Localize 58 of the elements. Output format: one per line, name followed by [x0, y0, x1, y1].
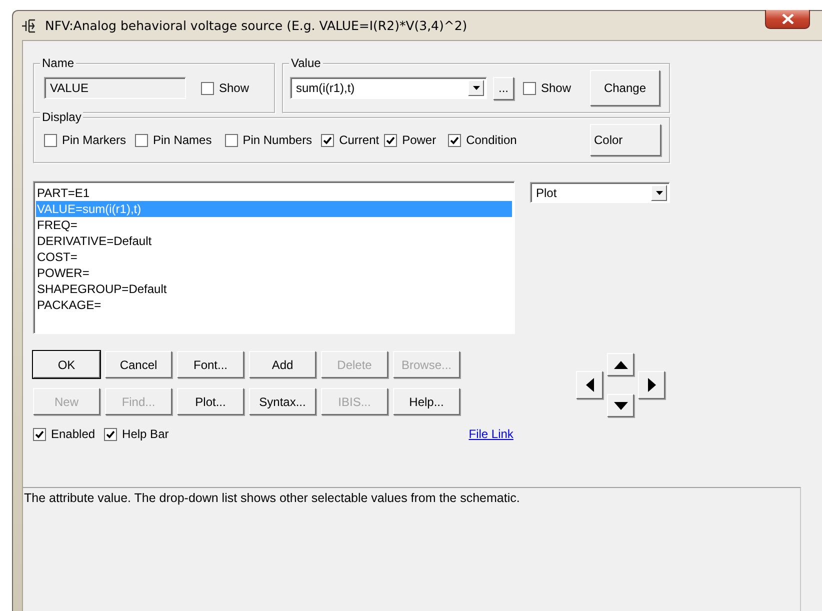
right-arrow-button[interactable]: [638, 371, 665, 399]
dialog-button[interactable]: Cancel: [105, 351, 172, 378]
dropdown-button[interactable]: [468, 80, 484, 96]
triangle-left-icon: [586, 378, 594, 392]
checkbox[interactable]: Current: [321, 133, 380, 147]
dialog-button[interactable]: OK: [33, 351, 100, 378]
group-label: Value: [289, 56, 323, 70]
checkmark-icon: [323, 136, 332, 144]
down-arrow-button[interactable]: [607, 394, 634, 417]
triangle-up-icon: [614, 360, 628, 368]
checkmark-icon: [35, 430, 44, 438]
color-button[interactable]: Color: [590, 124, 661, 156]
help-text: The attribute value. The drop-down list shows other selectable values from the schematic.: [23, 487, 801, 611]
list-item[interactable]: SHAPEGROUP=Default: [36, 281, 512, 297]
combo-value: Plot: [536, 186, 557, 200]
attribute-list[interactable]: PART=E1 VALUE=sum(i(r1),t) FREQ= DERIVATIVE=Default COST= POWER= SHAPEGROUP=Default PACKAGE=: [33, 181, 515, 334]
checkbox[interactable]: Power: [384, 133, 436, 147]
dialog-button[interactable]: Help...: [393, 388, 460, 415]
dropdown-button[interactable]: [651, 184, 667, 200]
group-label: Name: [40, 56, 76, 70]
checkbox[interactable]: Pin Markers: [44, 133, 126, 147]
close-button[interactable]: [765, 10, 810, 29]
dialog-button[interactable]: Syntax...: [249, 388, 316, 415]
group-label: Display: [40, 110, 84, 124]
checkmark-icon: [386, 136, 396, 144]
dialog-button[interactable]: Plot...: [177, 388, 244, 415]
checkbox[interactable]: Condition: [448, 133, 517, 147]
up-arrow-button[interactable]: [607, 353, 634, 376]
dialog-button[interactable]: Add: [249, 351, 316, 378]
checkmark-icon: [106, 430, 116, 438]
value-combo[interactable]: sum(i(r1),t): [290, 77, 487, 99]
name-field[interactable]: VALUE: [44, 77, 186, 99]
close-icon: [782, 14, 794, 24]
plot-combo[interactable]: Plot: [530, 182, 670, 203]
checkmark-icon: [450, 136, 460, 144]
dialog-button[interactable]: Font...: [177, 351, 244, 378]
list-item[interactable]: PART=E1: [36, 185, 512, 201]
checkbox[interactable]: Help Bar: [104, 427, 169, 441]
triangle-right-icon: [648, 378, 656, 392]
caret-icon: [472, 86, 480, 90]
checkbox[interactable]: Enabled: [33, 427, 96, 441]
list-item[interactable]: FREQ=: [36, 217, 512, 233]
browse-button[interactable]: ...: [493, 76, 514, 100]
checkbox[interactable]: Show: [201, 81, 250, 95]
list-item[interactable]: POWER=: [36, 265, 512, 281]
left-arrow-button[interactable]: [576, 371, 603, 399]
list-item[interactable]: PACKAGE=: [36, 297, 512, 313]
list-item[interactable]: COST=: [36, 249, 512, 265]
list-item[interactable]: DERIVATIVE=Default: [36, 233, 512, 249]
window-title: NFV:Analog behavioral voltage source (E.g. VALUE=I(R2)*V(3,4)^2): [45, 18, 468, 33]
file-link[interactable]: File Link: [468, 427, 514, 441]
combo-value: sum(i(r1),t): [296, 81, 355, 95]
checkbox[interactable]: Pin Numbers: [224, 133, 312, 147]
triangle-down-icon: [614, 402, 628, 410]
change-button[interactable]: Change: [590, 70, 660, 106]
caret-icon: [656, 190, 662, 194]
checkbox[interactable]: Show: [523, 81, 572, 95]
checkbox[interactable]: Pin Names: [135, 133, 212, 147]
